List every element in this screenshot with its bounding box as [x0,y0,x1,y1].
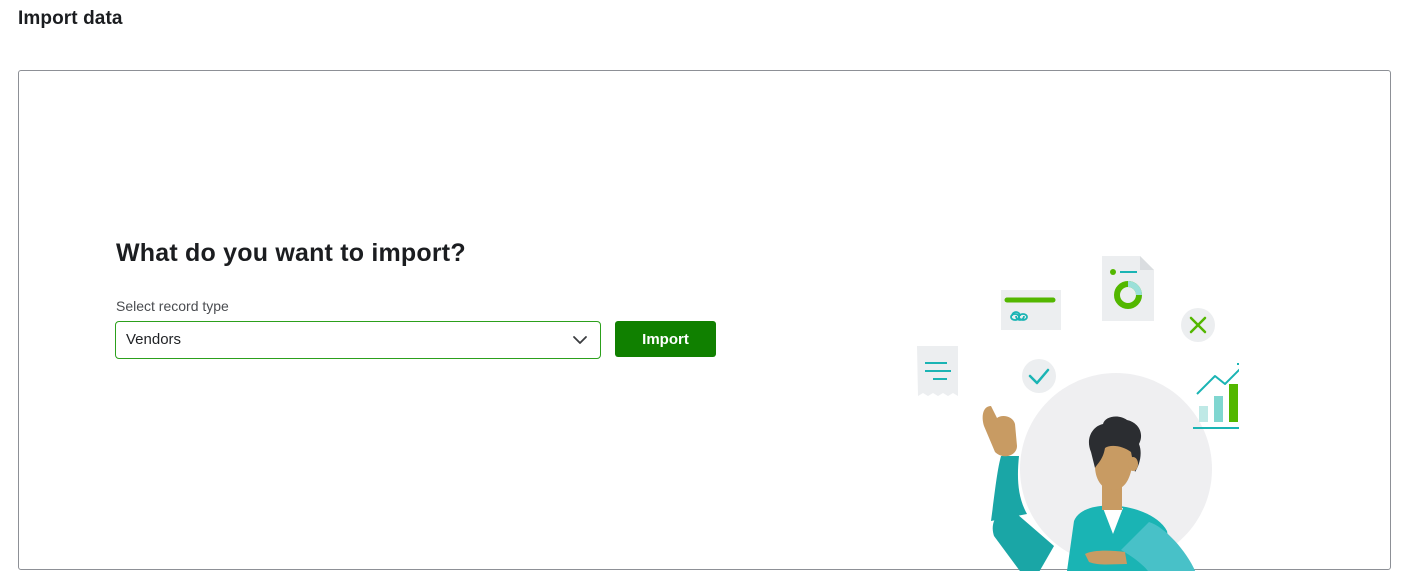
import-card: What do you want to import? Select recor… [18,70,1391,571]
import-heading: What do you want to import? [116,239,466,267]
person-presenting-documents-illustration [917,256,1239,571]
record-type-selected-value: Vendors [126,331,182,348]
chevron-down-icon [573,336,587,344]
pie-chart-document-icon [1102,256,1154,321]
x-circle-icon [1181,308,1215,342]
record-type-select[interactable]: Vendors [115,321,601,359]
receipt-icon [917,346,958,396]
check-circle-icon [1022,359,1056,393]
import-button[interactable]: Import [615,321,716,357]
link-card-icon [1001,290,1061,330]
page-title: Import data [18,8,123,29]
record-type-label: Select record type [116,298,229,314]
growth-chart-icon [1193,363,1239,429]
